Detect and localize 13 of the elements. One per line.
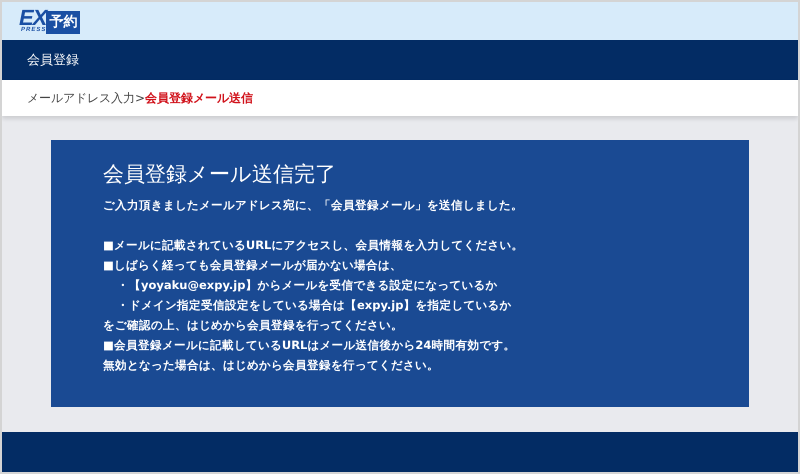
message-line: ・【yoyaku@expy.jp】からメールを受信できる設定になっているか: [116, 277, 498, 294]
message-line: ■会員登録メールに記載しているURLはメール送信後から24時間有効です。: [103, 337, 516, 354]
message-line: 無効となった場合は、はじめから会員登録を行ってください。: [103, 357, 440, 374]
page-title: 会員登録: [27, 52, 79, 69]
message-lead: ご入力頂きましたメールアドレス宛に、「会員登録メール」を送信しました。: [103, 198, 524, 213]
message-line: ■メールに記載されているURLにアクセスし、会員情報を入力してください。: [103, 237, 524, 254]
message-line: ■しばらく経っても会員登録メールが届かない場合は、: [103, 257, 403, 274]
breadcrumb-item: メールアドレス入力: [27, 90, 135, 106]
message-title: 会員登録メール送信完了: [103, 161, 337, 188]
breadcrumb-separator: >: [135, 91, 146, 105]
message-line: をご確認の上、はじめから会員登録を行ってください。: [103, 317, 404, 334]
breadcrumb-item: 会員登録メール送信: [145, 90, 254, 106]
message-line: ・ドメイン指定受信設定をしている場合は【expy.jp】を指定しているか: [116, 297, 512, 314]
